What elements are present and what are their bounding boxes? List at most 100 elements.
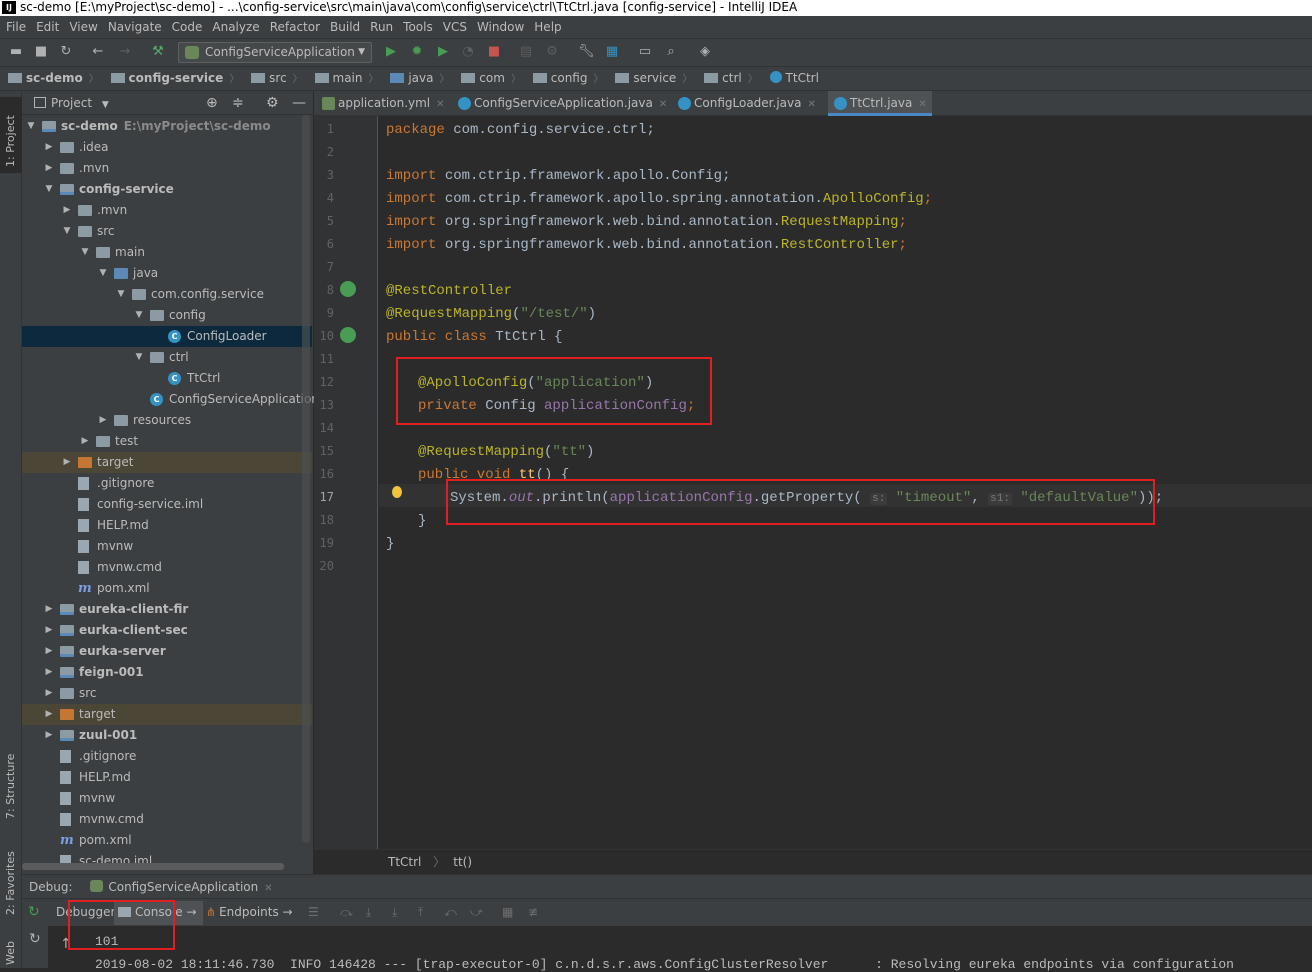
close-icon[interactable]: ✕ [436,99,444,110]
tree-item[interactable]: m pom.xml [22,578,312,599]
tab-application-yml[interactable]: application.yml ✕ [316,91,445,116]
terminal-icon[interactable]: ▭ [637,44,653,60]
tree-item[interactable]: ▼ sc-demo E:\myProject\sc-demo [22,116,312,137]
minimize-icon[interactable]: — [292,91,306,115]
chevron-right-icon[interactable]: ▶ [44,662,54,683]
structure-tool-tab[interactable]: 7: Structure [0,731,22,821]
tree-item[interactable]: C TtCtrl [22,368,312,389]
crumb-service[interactable]: service 〉 [615,67,692,91]
tree-item[interactable]: ▶ resources [22,410,312,431]
chevron-down-icon[interactable]: ▼ [62,221,72,242]
crumb-config[interactable]: config 〉 [532,67,604,91]
tree-item[interactable]: config-service.iml [22,494,312,515]
tree-item[interactable]: ▼ main [22,242,312,263]
tree-item[interactable]: ▶ .idea [22,137,312,158]
tree-item[interactable]: .gitignore [22,473,312,494]
sync-icon[interactable]: ↻ [58,44,74,60]
chevron-right-icon[interactable]: ▶ [44,620,54,641]
chevron-right-icon[interactable]: ▶ [44,725,54,746]
web-tool-tab[interactable]: Web [0,931,22,967]
profile-icon[interactable]: ◔ [460,44,476,60]
build-icon[interactable]: ⚒ [150,44,166,60]
menu-view[interactable]: View [69,20,97,34]
debug-icon[interactable]: ✹ [409,44,425,60]
tree-item[interactable]: ▼ src [22,221,312,242]
tree-scrollbar[interactable] [302,115,310,843]
menu-file[interactable]: File [6,20,26,34]
drop-frame-icon[interactable]: ⤺ [444,899,457,926]
chevron-down-icon[interactable]: ▼ [134,305,144,326]
menu-edit[interactable]: Edit [36,20,59,34]
menu-tools[interactable]: Tools [403,20,433,34]
tab-endpoints[interactable]: ⋔ Endpoints → [206,899,293,926]
menu-run[interactable]: Run [370,20,393,34]
crumb-com[interactable]: com 〉 [461,67,521,91]
spring-bean-icon[interactable] [340,327,356,343]
step-into-icon[interactable]: ⤓ [366,899,371,926]
back-icon[interactable]: ← [90,44,106,60]
menu-navigate[interactable]: Navigate [108,20,162,34]
crumb-src[interactable]: src 〉 [251,67,303,91]
run-configuration-select[interactable]: ConfigServiceApplication ▼ [178,42,372,63]
menu-window[interactable]: Window [477,20,524,34]
chevron-right-icon[interactable]: ▶ [62,452,72,473]
tree-item[interactable]: ▶ zuul-001 [22,725,312,746]
chevron-right-icon[interactable]: ▶ [44,137,54,158]
tree-item[interactable]: ▼ config-service [22,179,312,200]
menu-code[interactable]: Code [172,20,203,34]
evaluate-icon[interactable]: ▦ [502,899,513,926]
menu-analyze[interactable]: Analyze [212,20,259,34]
menu-help[interactable]: Help [534,20,561,34]
chevron-right-icon[interactable]: ▶ [44,641,54,662]
project-tool-tab[interactable]: 1: Project [0,97,22,173]
chevron-down-icon[interactable]: ▼ [116,284,126,305]
step-over-icon[interactable]: ⤼ [340,899,353,926]
editor-gutter[interactable]: 1 2 3 4 5 6 7 8 9 10 11 12 13 14 15 16 17 18 19 20 [314,116,378,849]
tree-item[interactable]: mvnw [22,788,312,809]
tab-config-service-application[interactable]: ConfigServiceApplication.java ✕ [452,91,667,116]
chevron-right-icon[interactable]: ▶ [80,431,90,452]
tree-item[interactable]: ▼ ctrl [22,347,312,368]
tree-item[interactable]: ▶ eureka-client-fir [22,599,312,620]
favorites-tool-tab[interactable]: 2: Favorites [0,831,22,917]
close-icon[interactable]: ✕ [918,99,926,110]
menu-build[interactable]: Build [330,20,360,34]
tree-item[interactable]: mvnw [22,536,312,557]
gear-icon[interactable]: ⚙ [266,91,279,115]
force-step-into-icon[interactable]: ⤓ [392,899,397,926]
console-output[interactable]: 101 2019-08-02 18:11:46.730 INFO 146428 … [22,926,1312,972]
tree-item[interactable]: ▼ com.config.service [22,284,312,305]
tree-item[interactable]: ▶ test [22,431,312,452]
trace-icon[interactable]: ≢ [528,899,538,926]
tree-item[interactable]: ▼ java [22,263,312,284]
project-view-select[interactable]: Project ▼ [34,91,109,117]
crumb-java[interactable]: java 〉 [390,67,449,91]
tree-item[interactable]: ▶ feign-001 [22,662,312,683]
stop-icon[interactable]: ■ [486,44,502,60]
tree-item[interactable]: HELP.md [22,767,312,788]
menu-vcs[interactable]: VCS [443,20,467,34]
tree-item[interactable]: ▶ target [22,704,312,725]
close-icon[interactable]: ✕ [659,99,667,110]
locate-icon[interactable]: ⊕ [206,91,218,115]
chevron-right-icon[interactable]: ▶ [44,704,54,725]
step-out-icon[interactable]: ⤒ [418,899,423,926]
breadcrumb-method[interactable]: tt() [453,855,472,869]
chevron-right-icon[interactable]: ▶ [62,200,72,221]
restore-icon[interactable]: ↻ [29,931,41,947]
tree-item[interactable]: HELP.md [22,515,312,536]
chevron-right-icon[interactable]: ▶ [98,410,108,431]
forward-icon[interactable]: → [117,44,133,60]
vcs2-icon[interactable]: ⚙ [544,44,560,60]
run-icon[interactable]: ▶ [383,44,399,60]
sdk-icon[interactable]: ◈ [697,44,713,60]
tree-horizontal-scrollbar[interactable] [22,863,284,870]
settings-icon[interactable]: 🔧︎ [578,44,595,60]
chevron-right-icon[interactable]: ▶ [44,683,54,704]
tree-item[interactable]: ▶ src [22,683,312,704]
tree-item[interactable]: mvnw.cmd [22,557,312,578]
chevron-down-icon[interactable]: ▼ [26,116,36,137]
chevron-down-icon[interactable]: ▼ [98,263,108,284]
search-icon[interactable]: ⌕ [663,44,679,60]
open-icon[interactable]: ▬ [8,44,24,60]
